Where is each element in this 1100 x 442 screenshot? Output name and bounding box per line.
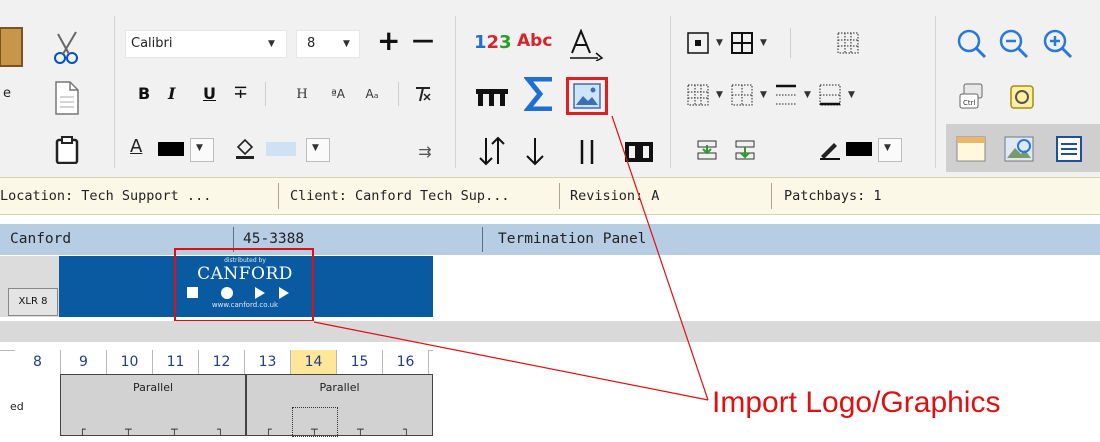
callout-lines [313,115,709,401]
callout-label: Import Logo/Graphics [712,386,1001,419]
